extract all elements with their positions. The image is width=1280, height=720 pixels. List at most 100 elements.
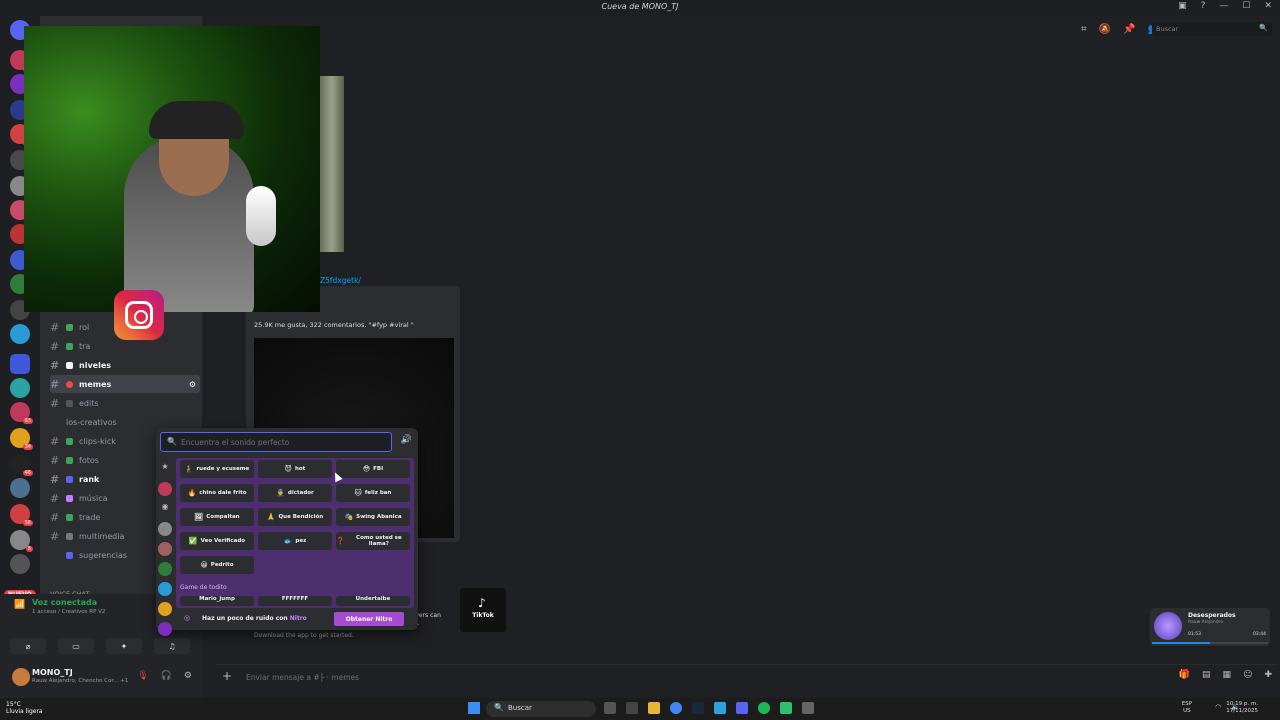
- message-input[interactable]: Enviar mensaje a #├ · memes: [246, 673, 359, 682]
- star-icon[interactable]: ★: [158, 462, 172, 476]
- sound-button[interactable]: 😈 hot: [258, 460, 332, 478]
- steam-icon[interactable]: [692, 702, 704, 714]
- sound-button[interactable]: 🎭 Swing Abanica: [336, 508, 410, 526]
- instagram-icon: [114, 290, 164, 340]
- server-icon[interactable]: [158, 542, 172, 556]
- sound-button[interactable]: FFFFFFF: [258, 596, 332, 606]
- server-icon[interactable]: [10, 378, 30, 398]
- tiktok-thumbnail[interactable]: ♪ TikTok: [460, 588, 506, 632]
- hash-icon: #: [50, 453, 60, 467]
- sound-button[interactable]: 🙏 Que Bendición: [258, 508, 332, 526]
- screen-share-icon[interactable]: ▭: [58, 638, 94, 654]
- sound-button[interactable]: 🖼 Compaltan: [180, 508, 254, 526]
- sound-button[interactable]: ❓ Como usted se llama?: [336, 532, 410, 550]
- voice-status[interactable]: Voz conectada: [32, 598, 97, 607]
- sound-category-header[interactable]: Game de todito: [180, 584, 227, 591]
- username: MONO_TJ: [32, 668, 73, 677]
- add-attachment-button[interactable]: +: [222, 669, 232, 683]
- close-button[interactable]: ✕: [1264, 1, 1272, 11]
- mic-muted-icon[interactable]: 🎙: [137, 671, 148, 681]
- sound-button[interactable]: 🔥 chino dale frito: [180, 484, 254, 502]
- inbox-icon[interactable]: ▣: [1178, 1, 1187, 11]
- spotify-icon[interactable]: [758, 702, 770, 714]
- hash-icon: #: [50, 434, 60, 448]
- app-icon[interactable]: [802, 702, 814, 714]
- embed-description: 25.9K me gusta, 322 comentarios. "#fyp #…: [254, 321, 414, 329]
- threads-icon[interactable]: ⌗: [1081, 24, 1087, 35]
- channel-item-memes[interactable]: # memes ⚙: [50, 375, 200, 393]
- server-icon[interactable]: [158, 522, 172, 536]
- clock[interactable]: 10:19 p. m. 17/11/2025: [1226, 701, 1258, 715]
- app-icon[interactable]: [780, 702, 792, 714]
- server-icon[interactable]: [158, 582, 172, 596]
- message-link[interactable]: Z5fdxgetk/: [320, 276, 361, 285]
- discord-icon[interactable]: ◉: [158, 502, 172, 516]
- get-nitro-button[interactable]: Obtener Nitro: [334, 612, 404, 626]
- music-widget: Desesperados Rauw Alejandro 01:53 03:44: [1150, 608, 1270, 646]
- discord-icon[interactable]: [736, 702, 748, 714]
- sticker-icon[interactable]: ▦: [1223, 670, 1232, 680]
- wifi-icon[interactable]: ◠: [1215, 703, 1221, 711]
- sound-button[interactable]: 😳 FBI: [336, 460, 410, 478]
- sound-button[interactable]: Mario_jump: [180, 596, 254, 606]
- signal-icon: 📶: [14, 600, 26, 610]
- channel-item[interactable]: # niveles: [50, 356, 200, 374]
- gift-icon[interactable]: 🎁: [1179, 670, 1190, 680]
- server-icon[interactable]: 34: [10, 428, 33, 450]
- settings-icon[interactable]: ⚙: [189, 380, 196, 389]
- server-icon[interactable]: [158, 622, 172, 636]
- gif-icon[interactable]: ▤: [1202, 670, 1211, 680]
- gear-icon[interactable]: ⚙: [184, 671, 192, 681]
- avatar[interactable]: [12, 668, 30, 686]
- server-icon[interactable]: [10, 478, 30, 498]
- tiktok-icon: ♪: [478, 596, 486, 610]
- soundboard-icon[interactable]: ♫: [154, 638, 190, 654]
- headphones-icon[interactable]: 🎧: [161, 671, 172, 681]
- server-icon[interactable]: [158, 482, 172, 496]
- weather-widget[interactable]: 15°C Lluvia ligera: [6, 701, 43, 715]
- server-icon[interactable]: 63: [10, 402, 33, 424]
- file-explorer-icon[interactable]: [648, 702, 660, 714]
- nitro-icon: ◎: [184, 614, 191, 622]
- server-icon[interactable]: [158, 562, 172, 576]
- sound-button[interactable]: 🧎 ruede y ecuseme: [180, 460, 254, 478]
- soundboard-categories: ★ ◉: [156, 458, 174, 636]
- taskbar-search[interactable]: 🔍 Buscar: [486, 701, 596, 717]
- progress-bar[interactable]: [1152, 642, 1268, 644]
- start-button[interactable]: [468, 702, 480, 714]
- emoji-icon[interactable]: ☺: [1243, 670, 1252, 680]
- channel-item[interactable]: # edits: [50, 394, 200, 412]
- sound-search-input[interactable]: 🔍 Encuentra el sonido perfecto: [160, 432, 392, 452]
- apps-icon[interactable]: ✚: [1264, 670, 1272, 680]
- language-indicator[interactable]: ESP US: [1182, 701, 1192, 715]
- webcam-overlay: [24, 26, 320, 312]
- camera-off-icon[interactable]: ⌀: [10, 638, 46, 654]
- telegram-icon[interactable]: [714, 702, 726, 714]
- server-icon[interactable]: 5: [10, 530, 33, 552]
- sound-button[interactable]: ✅ Veo Verificado: [180, 532, 254, 550]
- minimize-button[interactable]: —: [1219, 1, 1228, 11]
- sound-button[interactable]: Undertaibe: [336, 596, 410, 606]
- server-icon[interactable]: [10, 324, 30, 344]
- image-attachment[interactable]: [320, 76, 344, 252]
- chrome-icon[interactable]: [670, 702, 682, 714]
- help-icon[interactable]: ?: [1201, 1, 1206, 11]
- notifications-icon[interactable]: 🔕: [1099, 24, 1111, 35]
- widgets-icon[interactable]: [626, 702, 638, 714]
- server-icon[interactable]: [10, 354, 30, 374]
- server-icon[interactable]: [158, 602, 172, 616]
- server-icon[interactable]: 56: [10, 504, 33, 526]
- maximize-button[interactable]: ☐: [1242, 1, 1250, 11]
- activities-icon[interactable]: ✦: [106, 638, 142, 654]
- user-panel: MONO_TJ Rauw Alejandro, Chencho Cor... +…: [0, 660, 202, 698]
- server-icon[interactable]: [10, 554, 30, 574]
- sound-button[interactable]: 🐱 feliz ban: [336, 484, 410, 502]
- sound-button[interactable]: 👮 dictador: [258, 484, 332, 502]
- sound-button[interactable]: 😀 Pedrito: [180, 556, 254, 574]
- task-view-icon[interactable]: [604, 702, 616, 714]
- search-input[interactable]: Buscar 🔍: [1152, 22, 1272, 36]
- volume-icon[interactable]: 🔊: [401, 435, 412, 445]
- sound-button[interactable]: 🐟 pez: [258, 532, 332, 550]
- server-icon[interactable]: 46: [10, 454, 33, 476]
- pin-icon[interactable]: 📌: [1123, 24, 1135, 35]
